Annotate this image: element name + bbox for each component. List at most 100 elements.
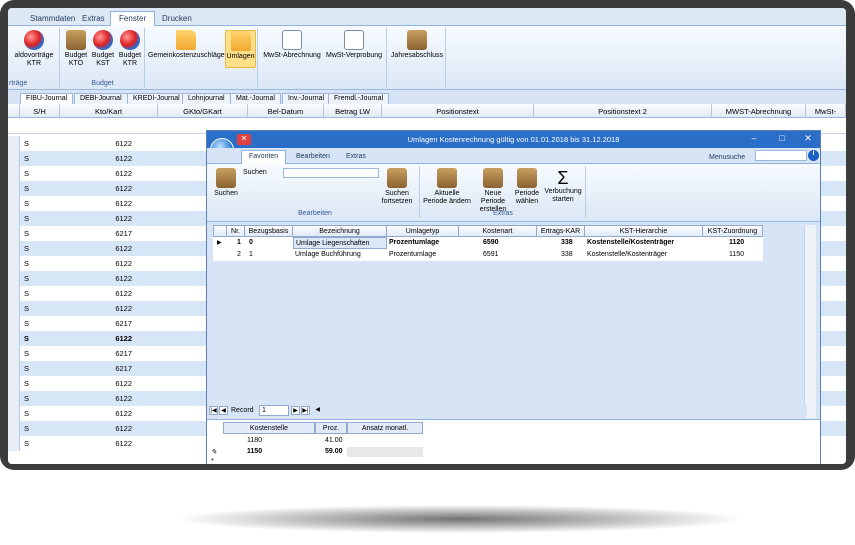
row-selector[interactable] (8, 361, 20, 376)
col-mwst-abrechnung[interactable]: MWST-Abrechnung (712, 104, 806, 118)
budget-kto-button[interactable]: Budget KTO (63, 30, 89, 68)
cell-sh: S (24, 139, 30, 148)
periode-waehlen-button[interactable]: Periode wählen (513, 168, 541, 206)
mwst-verprobung-button[interactable]: MwSt-Verprobung (324, 30, 384, 60)
dialog-title: Umlagen Kostenrechnung gültig von 01.01.… (407, 135, 620, 144)
row-selector[interactable] (8, 301, 20, 316)
row-selector[interactable] (8, 256, 20, 271)
sub-ansatz-cell[interactable] (347, 447, 423, 457)
col-betrag[interactable]: Betrag LW (324, 104, 382, 118)
row-bezeichnung[interactable]: Umlage Liegenschaften (293, 237, 387, 249)
suchen-field-label: Suchen (243, 169, 267, 176)
aktuelle-periode-button[interactable]: Aktuelle Periode ändern (423, 168, 471, 206)
col-kostenart[interactable]: Kostenart (459, 225, 537, 237)
budget-ktr-button[interactable]: Budget KTR (117, 30, 143, 68)
tab-debi-journal[interactable]: DEBI-Journal (74, 93, 128, 104)
record-label: Record (231, 407, 254, 414)
calendar-add-icon (483, 168, 503, 188)
row-selector[interactable] (8, 151, 20, 166)
maximize-icon[interactable]: □ (773, 133, 791, 146)
col-mwst[interactable]: MwSt- (806, 104, 846, 118)
mwst-abrechnung-button[interactable]: MwSt-Abrechnung (262, 30, 322, 60)
suchen-input[interactable] (283, 168, 379, 178)
tab-inv-journal[interactable]: Inv.-Journal (282, 93, 331, 104)
tab-extras-dialog[interactable]: Extras (339, 151, 373, 164)
next-record-icon[interactable]: ▶ (291, 406, 300, 415)
record-input[interactable]: 1 (259, 405, 289, 416)
record-navigator: |◀ ◀ Record 1 ▶ ▶| ◀ (207, 405, 807, 417)
row-selector[interactable] (8, 136, 20, 151)
row-selector[interactable] (8, 391, 20, 406)
tab-drucken[interactable]: Drucken (154, 12, 200, 26)
verbuchung-button[interactable]: Σ Verbuchung starten (543, 168, 583, 204)
suchen-fortsetzen-button[interactable]: Suchen fortsetzen (377, 168, 417, 206)
col-bezugsbasis[interactable]: Bezugsbasis (245, 225, 293, 237)
tab-extras[interactable]: Extras (74, 12, 113, 26)
row-selector[interactable] (8, 376, 20, 391)
col-proz[interactable]: Proz. (315, 422, 347, 434)
row-selector[interactable] (8, 226, 20, 241)
suchen-button[interactable]: Suchen (211, 168, 241, 198)
tab-fibu-journal[interactable]: FIBU-Journal (20, 93, 74, 104)
row-selector[interactable] (8, 346, 20, 361)
prev-record-icon[interactable]: ◀ (219, 406, 228, 415)
table-row[interactable]: 2 1 Umlage Buchführung Prozentumlage 659… (213, 249, 763, 261)
col-kst-zuordnung[interactable]: KST-Zuordnung (703, 225, 763, 237)
tab-fenster[interactable]: Fenster (110, 11, 156, 27)
col-umlagetyp[interactable]: Umlagetyp (387, 225, 459, 237)
col-kst-hierarchie[interactable]: KST-Hierarchie (585, 225, 703, 237)
table-corner (213, 225, 227, 237)
tab-bearbeiten[interactable]: Bearbeiten (289, 151, 337, 164)
tab-lohnjournal[interactable]: Lohnjournal (182, 93, 231, 104)
col-bel-datum[interactable]: Bel-Datum (248, 104, 324, 118)
col-kostenstelle[interactable]: Kostenstelle (223, 422, 315, 434)
umlagen-button[interactable]: Umlagen (225, 30, 256, 68)
row-selector[interactable] (8, 316, 20, 331)
neue-periode-button[interactable]: Neue Periode erstellen (473, 168, 513, 214)
sub-proz[interactable]: 59.00 (325, 448, 343, 455)
col-ansatz-monatl[interactable]: Ansatz monatl. (347, 422, 423, 434)
row-selector[interactable] (8, 196, 20, 211)
scroll-left-icon[interactable]: ◀ (313, 406, 322, 415)
row-selector[interactable] (8, 421, 20, 436)
col-positionstext[interactable]: Positionstext (382, 104, 534, 118)
budget-kst-button[interactable]: Budget KST (90, 30, 116, 68)
tab-mat-journal[interactable]: Mat.-Journal (230, 93, 281, 104)
last-record-icon[interactable]: ▶| (301, 406, 310, 415)
row-selector[interactable] (8, 286, 20, 301)
col-sh[interactable]: S/H (20, 104, 60, 118)
cell-kto: 6122 (115, 259, 132, 268)
tab-fremdl-journal[interactable]: Fremdl.-Journal (328, 93, 390, 104)
col-positionstext-2[interactable]: Positionstext 2 (534, 104, 712, 118)
row-selector[interactable] (8, 166, 20, 181)
sub-kostenstelle[interactable]: 1150 (247, 448, 262, 455)
jahresabschluss-button[interactable]: Jahresabschluss (390, 30, 444, 60)
col-gkto[interactable]: GKto/GKart (158, 104, 248, 118)
row-selector[interactable] (8, 181, 20, 196)
col-ertrags-kar[interactable]: Ertrags-KAR (537, 225, 585, 237)
close-icon[interactable]: ✕ (799, 133, 817, 146)
sub-kostenstelle: 1180 (247, 437, 263, 444)
row-selector[interactable] (8, 406, 20, 421)
row-basis: 1 (249, 251, 253, 258)
help-icon[interactable]: i (808, 150, 819, 161)
col-kto[interactable]: Kto/Kart (60, 104, 158, 118)
menusuche-label: Menusuche (709, 154, 746, 161)
minimize-icon[interactable]: – (745, 133, 763, 146)
saldovortraege-button[interactable]: aldovorträge KTR (10, 30, 58, 68)
first-record-icon[interactable]: |◀ (209, 406, 218, 415)
row-selector[interactable] (8, 436, 20, 451)
col-nr[interactable]: Nr. (227, 225, 245, 237)
row-selector[interactable] (8, 241, 20, 256)
row-selector[interactable] (8, 211, 20, 226)
table-row[interactable]: ▶ 1 0 Umlage Liegenschaften Prozentumlag… (213, 237, 763, 249)
row-selector[interactable] (8, 271, 20, 286)
gemeinkostenzuschlaege-button[interactable]: Gemeinkostenzuschläge (148, 30, 225, 60)
tab-kredi-journal[interactable]: KREDI-Journal (127, 93, 186, 104)
row-selector[interactable] (8, 331, 20, 346)
table-scrollbar[interactable] (804, 225, 816, 418)
menusuche-input[interactable] (755, 150, 807, 161)
col-bezeichnung[interactable]: Bezeichnung (293, 225, 387, 237)
tab-favoriten[interactable]: Favoriten (241, 150, 287, 165)
journal-tab-bar: FIBU-Journal DEBI-Journal KREDI-Journal … (8, 92, 846, 104)
